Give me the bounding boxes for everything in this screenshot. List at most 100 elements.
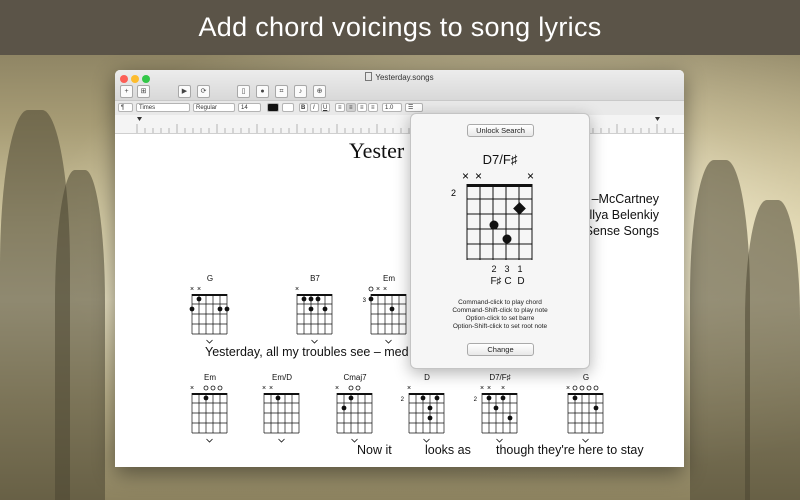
chord-fretboard: × [566, 385, 604, 443]
popover-string-mute-1[interactable]: × [462, 169, 469, 183]
svg-text:2: 2 [401, 397, 405, 403]
format-bar: ¶ Times Regular 14 B I U ≡ ≡ ≡ ≡ 1.0 ☰ [115, 100, 684, 116]
fit-icon: ⌗ [279, 88, 284, 95]
background-tree [55, 170, 105, 500]
italic-button[interactable]: I [310, 103, 319, 112]
svg-text:×: × [269, 385, 273, 392]
chord-fretboard: × × 3 [363, 286, 407, 344]
chord-diagram[interactable]: Cmaj7 × [328, 373, 382, 459]
guitar-icon: ♪ [298, 88, 303, 95]
left-indent-marker[interactable] [137, 117, 142, 121]
svg-text:×: × [295, 286, 299, 293]
svg-text:×: × [407, 385, 411, 392]
align-left-icon: ≡ [338, 105, 342, 111]
hint-set-barre: Option-click to set barre [465, 315, 535, 322]
svg-text:×: × [262, 385, 266, 392]
document-icon: ▯ [241, 88, 246, 95]
svg-text:×: × [566, 385, 570, 392]
hint-set-root: Option-Shift-click to set root note [452, 323, 548, 330]
window-title: Yesterday.songs [115, 72, 684, 82]
record-icon: ● [260, 88, 265, 95]
bold-button[interactable]: B [299, 103, 308, 112]
chord-fretboard: × [190, 385, 228, 443]
chord-diagram[interactable]: G × × [183, 274, 237, 360]
cart-icon: ⊞ [140, 88, 147, 95]
svg-text:×: × [190, 385, 194, 392]
song-title[interactable]: Yester [349, 138, 404, 164]
align-center-icon: ≡ [349, 105, 353, 111]
finger-dot[interactable] [502, 234, 512, 244]
finger-dot[interactable] [489, 220, 499, 230]
unlock-search-button[interactable]: Unlock Search [467, 124, 534, 137]
svg-text:3: 3 [363, 298, 367, 304]
align-left-button[interactable]: ≡ [335, 103, 345, 112]
chord-diagram[interactable]: G × [559, 373, 613, 459]
ruler[interactable] [115, 115, 684, 134]
chord-diagram[interactable]: Em × [183, 373, 237, 459]
popover-fretboard[interactable] [463, 184, 537, 264]
font-weight-select[interactable]: Regular [193, 103, 235, 112]
popover-fret-number: 2 [451, 188, 457, 198]
svg-text:×: × [480, 385, 484, 392]
ruler-ticks [136, 117, 674, 133]
document-icon [365, 72, 373, 81]
guitar-button[interactable]: ♪ [294, 85, 307, 98]
font-size-select[interactable]: 14 [238, 103, 261, 112]
root-note-marker[interactable] [513, 202, 526, 215]
title-bar[interactable]: Yesterday.songs + ⊞ ▶ ⟳ ▯ ● ⌗ ♪ ⊕ [115, 70, 684, 100]
align-center-button[interactable]: ≡ [346, 103, 356, 112]
finger-number: 1 [517, 264, 523, 274]
align-right-button[interactable]: ≡ [357, 103, 367, 112]
credit-publisher[interactable]: Sense Songs [585, 224, 659, 238]
popover-chord-name: D7/F♯ [482, 152, 518, 167]
chord-fretboard: ×2 [401, 385, 445, 443]
chord-diagram[interactable]: Em × × 3 [362, 274, 416, 360]
font-select[interactable]: Times [136, 103, 190, 112]
new-page-button[interactable]: ▯ [237, 85, 250, 98]
change-button[interactable]: Change [467, 343, 534, 356]
chord-diagram[interactable]: Em/D × × [255, 373, 309, 459]
underline-button[interactable]: U [321, 103, 330, 112]
highlight-color-well[interactable] [282, 103, 294, 112]
window-title-text: Yesterday.songs [375, 73, 434, 82]
justify-button[interactable]: ≡ [368, 103, 378, 112]
svg-text:×: × [383, 286, 387, 293]
svg-text:×: × [197, 286, 201, 293]
right-indent-marker[interactable] [655, 117, 660, 121]
chord-fretboard: × [335, 385, 373, 443]
background-tree [690, 160, 750, 500]
note-name: D [517, 276, 525, 287]
list-icon: ☰ [408, 105, 414, 111]
chord-diagram[interactable]: B7 × [288, 274, 342, 360]
svg-text:×: × [376, 286, 380, 293]
hint-play-note: Command-Shift-click to play note [452, 307, 548, 314]
chord-fretboard: × × ×2 [474, 385, 518, 443]
paragraph-style-select[interactable]: ¶ [118, 103, 133, 112]
banner-caption: Add chord voicings to song lyrics [0, 0, 800, 55]
svg-text:2: 2 [474, 397, 478, 403]
list-style-select[interactable]: ☰ [405, 103, 423, 112]
add-icon: + [124, 88, 129, 95]
record-button[interactable]: ● [256, 85, 269, 98]
add-button[interactable]: + [120, 85, 133, 98]
zoom-tool-button[interactable]: ⊕ [313, 85, 326, 98]
align-right-icon: ≡ [360, 105, 364, 111]
store-button[interactable]: ⊞ [137, 85, 150, 98]
fit-button[interactable]: ⌗ [275, 85, 288, 98]
line-spacing-select[interactable]: 1.0 [382, 103, 402, 112]
popover-string-mute-2[interactable]: × [475, 169, 482, 183]
credit-composer[interactable]: –McCartney [592, 192, 659, 206]
loop-icon: ⟳ [200, 88, 207, 95]
hint-play-chord: Command-click to play chord [458, 299, 542, 306]
play-button[interactable]: ▶ [178, 85, 191, 98]
zoom-icon: ⊕ [316, 88, 323, 95]
loop-button[interactable]: ⟳ [197, 85, 210, 98]
svg-text:×: × [335, 385, 339, 392]
popover-string-mute-3[interactable]: × [527, 169, 534, 183]
chord-editor-popover: Unlock Search D7/F♯ 2 × × × 2 3 1 F♯ C D… [410, 113, 590, 369]
chord-diagram[interactable]: D × 2 [400, 373, 454, 459]
chord-diagram[interactable]: D7/F♯ × × × 2 [473, 373, 527, 459]
credit-arranger[interactable]: Illya Belenkiy [586, 208, 659, 222]
svg-text:×: × [190, 286, 194, 293]
text-color-well[interactable] [267, 103, 279, 112]
